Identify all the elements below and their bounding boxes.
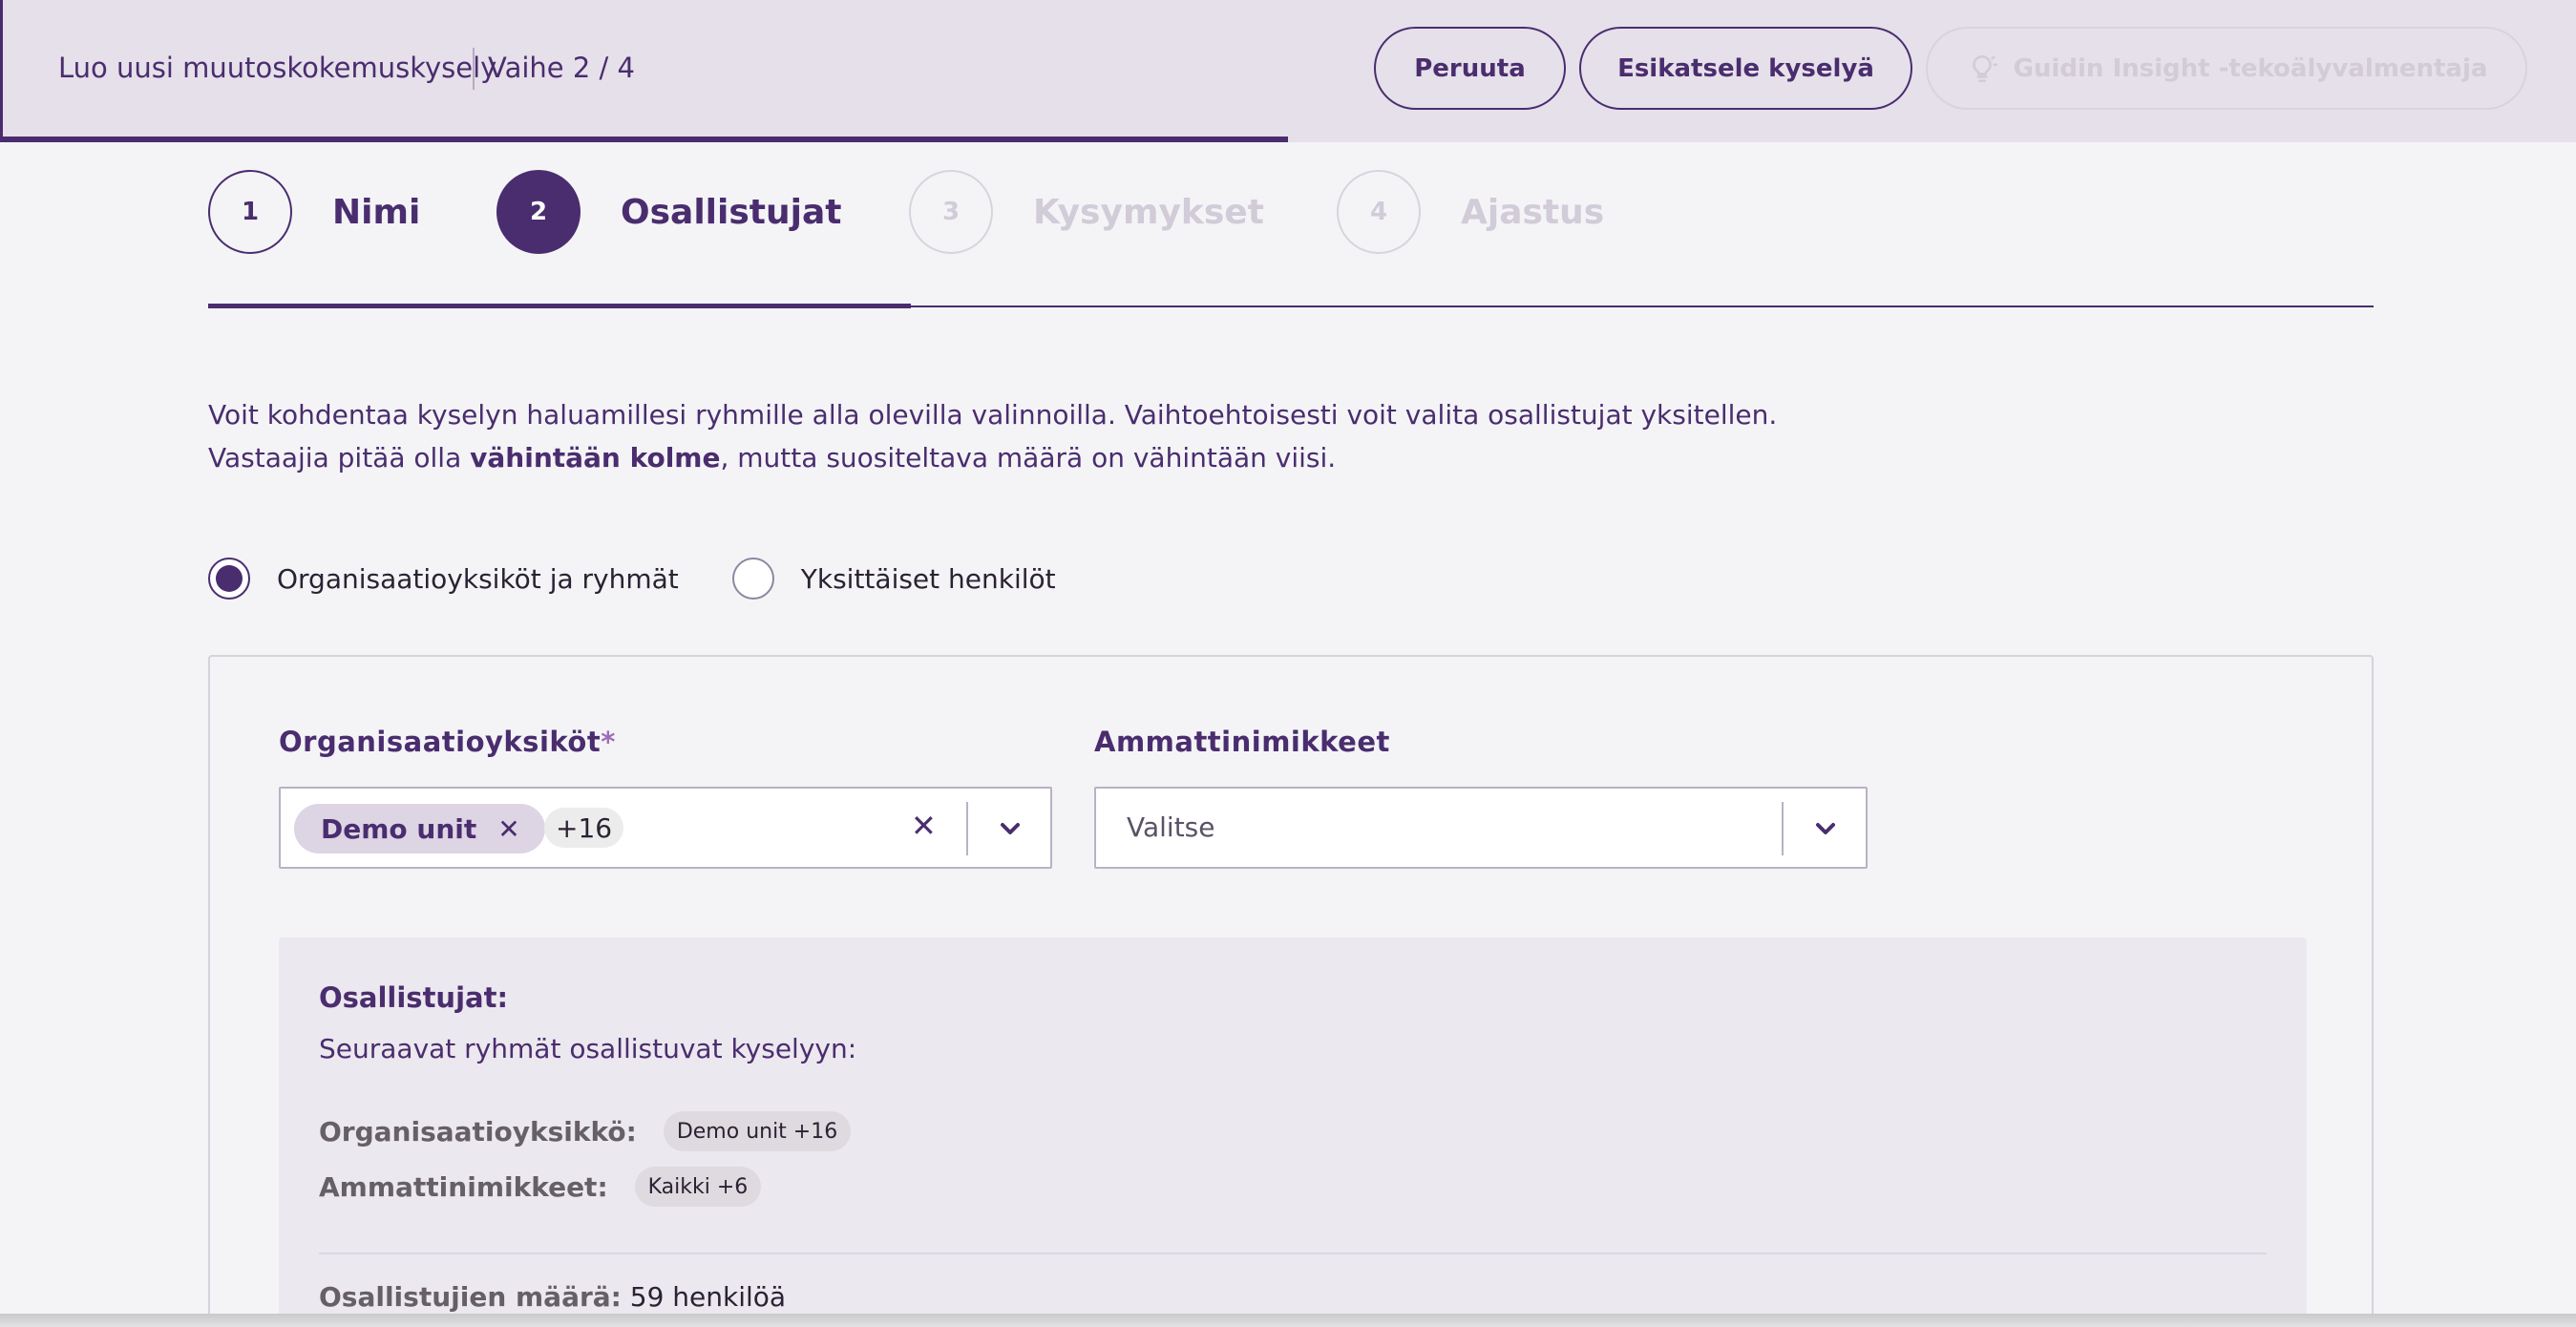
summary-job-key: Ammattinimikkeet: — [319, 1170, 608, 1203]
intro-line-2-prefix: Vastaajia pitää olla — [208, 442, 471, 474]
page: Luo uusi muutoskokemuskysely Vaihe 2 / 4… — [0, 0, 2576, 1327]
step-indicator: Vaihe 2 / 4 — [488, 52, 635, 84]
title-divider — [473, 48, 475, 90]
participant-count-key: Osallistujien määrä: — [319, 1281, 622, 1313]
page-title: Luo uusi muutoskokemuskysely — [58, 52, 497, 84]
cancel-button-label: Peruuta — [1414, 53, 1526, 83]
step-nimi[interactable]: 1 Nimi — [208, 170, 420, 254]
participants-title: Osallistujat: — [319, 981, 509, 1014]
radio-button-checked[interactable] — [208, 558, 250, 600]
radio-individuals[interactable]: Yksittäiset henkilöt — [731, 558, 1056, 600]
required-marker: * — [601, 726, 616, 758]
step-number: 1 — [208, 170, 292, 254]
select-divider — [1782, 802, 1784, 855]
window-bottom-edge — [0, 1314, 2576, 1327]
radio-button-unchecked[interactable] — [731, 558, 774, 600]
intro-line-2-suffix: , mutta suositeltava määrä on vähintään … — [720, 442, 1337, 474]
preview-button-label: Esikatsele kyselyä — [1617, 53, 1874, 83]
step-label: Osallistujat — [621, 192, 842, 232]
intro-text: Voit kohdentaa kyselyn haluamillesi ryhm… — [208, 393, 1777, 479]
step-ajastus: 4 Ajastus — [1337, 170, 1604, 254]
step-number: 3 — [909, 170, 993, 254]
ai-coach-button[interactable]: Guidin Insight -tekoälyvalmentaja — [1926, 27, 2527, 110]
radio-dot — [216, 565, 243, 592]
participants-summary: Osallistujat: Seuraavat ryhmät osallistu… — [279, 937, 2307, 1327]
radio-organisation-units[interactable]: Organisaatioyksiköt ja ryhmät — [208, 558, 679, 600]
intro-line-2-bold: vähintään kolme — [470, 442, 721, 474]
chevron-down-icon[interactable] — [1810, 813, 1841, 844]
org-units-label-text: Organisaatioyksiköt — [279, 726, 602, 758]
summary-org-tag: Demo unit +16 — [663, 1111, 852, 1151]
participants-subtitle: Seuraavat ryhmät osallistuvat kyselyyn: — [319, 1033, 857, 1064]
chip-label: Demo unit — [321, 812, 477, 845]
select-divider — [966, 802, 968, 855]
selected-chip: Demo unit ✕ — [294, 804, 545, 853]
progress-bar-fill — [0, 137, 1288, 142]
targeting-options: Organisaatioyksiköt ja ryhmät Yksittäise… — [208, 558, 1056, 600]
chevron-down-icon[interactable] — [995, 813, 1025, 844]
summary-divider — [319, 1253, 2267, 1254]
participant-count-value: 59 henkilöä — [629, 1281, 787, 1313]
summary-org-row: Organisaatioyksikkö: Demo unit +16 — [319, 1111, 852, 1151]
step-osallistujat[interactable]: 2 Osallistujat — [496, 170, 841, 254]
job-titles-select[interactable]: Valitse — [1094, 787, 1868, 869]
org-units-select[interactable]: Demo unit ✕ +16 ✕ — [279, 787, 1052, 869]
summary-job-row: Ammattinimikkeet: Kaikki +6 — [319, 1167, 762, 1207]
step-label: Nimi — [332, 192, 421, 232]
preview-survey-button[interactable]: Esikatsele kyselyä — [1579, 27, 1912, 110]
more-count-badge: +16 — [544, 808, 624, 848]
intro-line-1: Voit kohdentaa kyselyn haluamillesi ryhm… — [208, 399, 1778, 431]
filter-panel: Organisaatioyksiköt* Ammattinimikkeet De… — [208, 655, 2374, 1327]
radio-label: Organisaatioyksiköt ja ryhmät — [277, 562, 679, 595]
stepper-track-active — [208, 304, 911, 308]
lightbulb-icon — [1972, 54, 1997, 82]
ai-coach-label: Guidin Insight -tekoälyvalmentaja — [2013, 53, 2488, 83]
job-titles-label: Ammattinimikkeet — [1094, 726, 1390, 758]
clear-selection-icon[interactable]: ✕ — [911, 808, 937, 844]
progress-bar — [0, 137, 2576, 142]
chip-remove-icon[interactable]: ✕ — [497, 813, 519, 845]
step-kysymykset: 3 Kysymykset — [909, 170, 1264, 254]
summary-org-key: Organisaatioyksikkö: — [319, 1115, 637, 1148]
step-label: Ajastus — [1461, 192, 1605, 232]
cancel-button[interactable]: Peruuta — [1374, 27, 1566, 110]
radio-label: Yksittäiset henkilöt — [800, 562, 1056, 595]
top-bar: Luo uusi muutoskokemuskysely Vaihe 2 / 4… — [0, 0, 2576, 137]
step-number: 2 — [496, 170, 581, 254]
org-units-label: Organisaatioyksiköt* — [279, 726, 616, 758]
select-placeholder: Valitse — [1127, 811, 1215, 843]
step-number: 4 — [1337, 170, 1421, 254]
intro-line-2: Vastaajia pitää olla vähintään kolme, mu… — [208, 436, 1777, 479]
summary-job-tag: Kaikki +6 — [634, 1167, 762, 1207]
step-label: Kysymykset — [1033, 192, 1264, 232]
participant-count: Osallistujien määrä: 59 henkilöä — [319, 1281, 786, 1313]
